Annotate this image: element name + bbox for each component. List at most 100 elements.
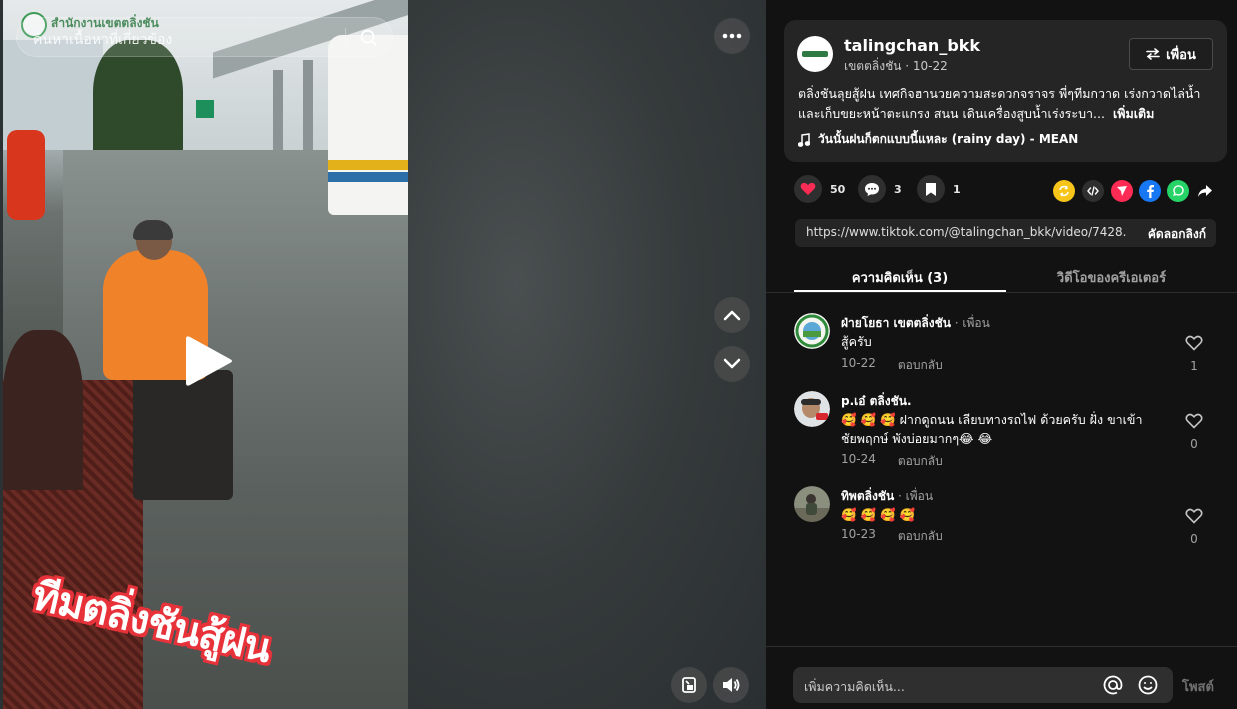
friend-button[interactable]: เพื่อน [1129,38,1213,70]
video-road-sign [196,100,214,118]
repost-icon[interactable] [1053,180,1075,202]
copy-link-button[interactable]: คัดลอกลิงก์ [1148,225,1206,244]
search-divider [345,28,346,48]
comment-like[interactable]: 1 [1182,335,1206,373]
comment-text: สู้ครับ [841,334,872,349]
comment-meta: 10-23 ตอบกลับ [841,527,943,546]
commenter-avatar[interactable] [794,391,830,427]
like-circle [794,175,822,203]
video-bus-stripe [328,160,408,170]
side-panel: talingchan_bkk เขตตลิ่งชัน · 10-22 เพื่อ… [766,0,1237,709]
video-blur-background [408,0,766,709]
bookmark-icon [926,182,936,196]
reply-button[interactable]: ตอบกลับ [898,527,943,546]
reply-button[interactable]: ตอบกลับ [898,356,943,375]
post-description: ตลิ่งชันลุยสู้ฝน เทศกิจฮานวยความสะดวกจรา… [798,84,1213,124]
more-dots-icon [722,33,742,39]
video-pillar [273,70,283,150]
play-icon[interactable] [182,333,236,389]
music-title: วันนั้นฝนก็ตกแบบนี้แหละ (rainy day) - ME… [818,132,1079,146]
video-worker-helmet [133,220,173,240]
composer-divider [766,646,1237,647]
heart-outline-icon [1185,413,1203,429]
share-arrow-icon[interactable] [1194,180,1216,202]
picture-in-picture-button[interactable] [671,667,707,703]
commenter-name[interactable]: ทิพตลิ่งชัน · เพื่อน [841,487,933,506]
video-player[interactable]: สำนักงานเขตตลิ่งชัน ทีมตลิ่งชันสู้ฝน ค้น… [0,0,766,709]
save-circle [917,175,945,203]
comment-date: 10-22 [841,356,876,370]
commenter-name-text: ทิพตลิ่งชัน [841,489,895,503]
commenter-avatar[interactable] [794,313,830,349]
video-link-bar: https://www.tiktok.com/@talingchan_bkk/v… [795,219,1216,247]
comment-bubble-icon [865,182,879,196]
previous-video-button[interactable] [714,297,750,333]
search-icon[interactable] [358,27,380,49]
post-comment-button[interactable]: โพสต์ [1182,676,1214,697]
org-logo-icon [802,51,828,57]
video-worker-legs [133,370,233,500]
comment-date: 10-24 [841,452,876,466]
heart-outline-icon [1185,335,1203,351]
comment-item: ฝ่ายโยธา เขตตลิ่งชัน · เพื่อน สู้ครับ 10… [794,313,1224,373]
related-search-box[interactable]: ค้นหาเนื้อหาที่เกี่ยวข้อง [16,17,393,57]
save-button[interactable]: 1 [917,175,961,203]
search-placeholder: ค้นหาเนื้อหาที่เกี่ยวข้อง [33,32,173,48]
like-count: 50 [830,182,846,196]
whatsapp-icon[interactable] [1167,180,1189,202]
commenter-avatar[interactable] [794,486,830,522]
video-bus [328,35,408,215]
comment-date: 10-23 [841,527,876,541]
friend-button-label: เพื่อน [1166,47,1196,63]
author-avatar[interactable] [797,36,833,72]
author-username[interactable]: talingchan_bkk [844,36,980,55]
video-bus-stripe [328,172,408,182]
comment-like[interactable]: 0 [1182,413,1206,451]
mention-icon[interactable] [1102,674,1124,696]
video-pillar [303,60,313,150]
picture-in-picture-icon [682,677,696,693]
emoji-icon[interactable] [1137,674,1159,696]
comment-text: 🥰 🥰 🥰 🥰 [841,507,916,522]
commenter-name-text: ฝ่ายโยธา เขตตลิ่งชัน [841,316,951,330]
comment-like-count: 0 [1190,532,1198,546]
save-count: 1 [953,182,961,196]
comment-circle [858,175,886,203]
commenter-name[interactable]: p.เอ๋ ตลิ่งชัน. [841,392,912,411]
video-planter [3,330,83,490]
comment-button[interactable]: 3 [858,175,902,203]
comment-like-count: 0 [1190,437,1198,451]
facebook-icon[interactable] [1139,180,1161,202]
commenter-name[interactable]: ฝ่ายโยธา เขตตลิ่งชัน · เพื่อน [841,314,990,333]
comment-input-placeholder: เพิ่มความคิดเห็น... [804,679,905,694]
comment-like[interactable]: 0 [1182,508,1206,546]
tab-creator-videos[interactable]: วิดีโอของครีเอเตอร์ [1006,256,1217,292]
comment-input[interactable]: เพิ่มความคิดเห็น... [793,667,1173,703]
next-video-button[interactable] [714,346,750,382]
chevron-up-icon [723,310,741,321]
music-note-icon [798,132,810,147]
comment-like-count: 1 [1190,359,1198,373]
chevron-down-icon [723,358,741,369]
reply-button[interactable]: ตอบกลับ [898,452,943,471]
tab-comments[interactable]: ความคิดเห็น (3) [794,256,1006,292]
heart-outline-icon [1185,508,1203,524]
music-line[interactable]: วันนั้นฝนก็ตกแบบนี้แหละ (rainy day) - ME… [798,130,1078,149]
author-subtitle: เขตตลิ่งชัน · 10-22 [844,59,948,73]
volume-button[interactable] [713,667,749,703]
post-info-card: talingchan_bkk เขตตลิ่งชัน · 10-22 เพื่อ… [784,20,1227,162]
swap-arrows-icon [1146,48,1160,60]
like-button[interactable]: 50 [794,175,845,203]
comment-count: 3 [894,182,902,196]
friend-badge: · เพื่อน [894,489,934,503]
video-worker [7,130,45,220]
video-link-url[interactable]: https://www.tiktok.com/@talingchan_bkk/v… [806,225,1126,239]
more-options-button[interactable] [714,18,750,54]
send-to-friends-icon[interactable] [1111,180,1133,202]
friend-badge: · เพื่อน [950,316,990,330]
see-more-link[interactable]: เพิ่มเติม [1113,106,1154,121]
tabs-divider [766,292,1237,293]
heart-icon [800,182,816,195]
comment-meta: 10-22 ตอบกลับ [841,356,943,375]
embed-icon[interactable] [1082,180,1104,202]
